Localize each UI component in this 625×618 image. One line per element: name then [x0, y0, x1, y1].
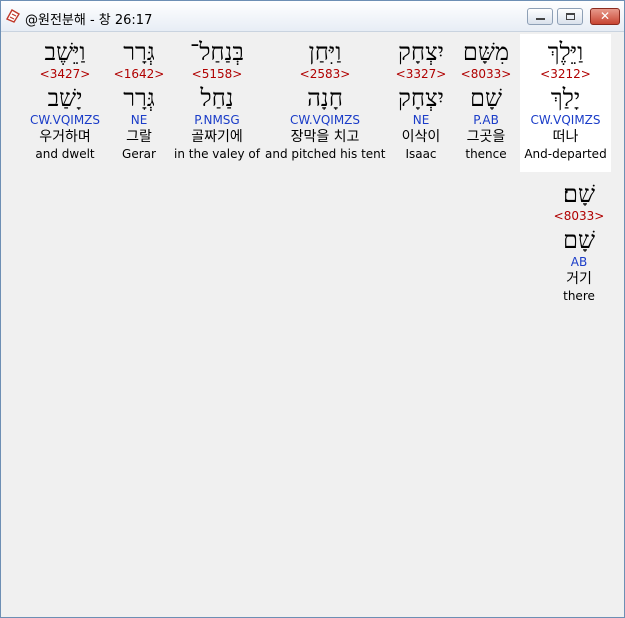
hebrew-word: מִשָּׁם — [462, 38, 510, 66]
korean-gloss: 그랄 — [126, 129, 152, 145]
english-gloss: and pitched his tent — [265, 147, 386, 161]
morphology-code: CW.VQIMZS — [29, 113, 101, 127]
korean-gloss: 거기 — [566, 271, 592, 287]
korean-gloss: 장막을 치고 — [290, 129, 360, 145]
word-column[interactable]: גְּרָר <1642> גְּרָר NE 그랄 Gerar — [111, 34, 167, 172]
korean-gloss: 이삭이 — [401, 129, 441, 145]
morphology-code: NE — [130, 113, 148, 127]
english-gloss: And-departed — [524, 147, 607, 161]
word-column[interactable]: יִצְחָק <3327> יִצְחָק NE 이삭이 Isaac — [389, 34, 453, 172]
hebrew-word: וַיֵּלֶךְ — [547, 38, 584, 66]
korean-gloss: 그곳을 — [466, 129, 506, 145]
korean-gloss: 우거하며 — [39, 129, 91, 145]
maximize-icon — [566, 13, 575, 20]
word-column[interactable]: שָׁם׃ <8033> שָׁם AB 거기 there — [551, 176, 607, 314]
morphology-code: P.AB — [473, 113, 499, 127]
strong-number: <1642> — [113, 67, 165, 81]
hebrew-word: וַיֵּשֶׁב — [44, 38, 86, 66]
english-gloss: Isaac — [405, 147, 437, 161]
morphology-code: CW.VQIMZS — [530, 113, 601, 127]
close-button[interactable]: ✕ — [590, 8, 620, 25]
strong-number: <3427> — [39, 67, 91, 81]
window-title: @원전분해 - 창 26:17 — [25, 13, 153, 28]
word-column[interactable]: מִשָּׁם <8033> שָׁם P.AB 그곳을 thence — [455, 34, 517, 172]
minimize-icon — [536, 18, 545, 20]
morphology-code: AB — [570, 255, 588, 269]
hebrew-word: בְּנַחַל־ — [190, 38, 244, 66]
lemma: חָנָה — [307, 84, 343, 112]
word-column[interactable]: וַיֵּלֶךְ <3212> יָלַךְ CW.VQIMZS 떠나 And… — [520, 34, 611, 172]
hebrew-word: וַיִּחַן — [308, 38, 342, 66]
close-icon: ✕ — [599, 9, 611, 23]
lemma: שָׁם — [470, 84, 502, 112]
strong-number: <8033> — [553, 209, 605, 223]
hebrew-word: שָׁם׃ — [563, 180, 595, 208]
hebrew-word: גְּרָר — [123, 38, 155, 66]
maximize-button[interactable] — [557, 8, 583, 25]
english-gloss: there — [563, 289, 595, 303]
strong-number: <8033> — [460, 67, 512, 81]
strong-number: <5158> — [191, 67, 243, 81]
morphology-code: NE — [412, 113, 430, 127]
word-column[interactable]: בְּנַחַל־ <5158> נַחַל P.NMSG 골짜기에 in th… — [173, 34, 261, 172]
word-column[interactable]: וַיֵּשֶׁב <3427> יָשַׁב CW.VQIMZS 우거하며 a… — [25, 34, 105, 172]
word-column[interactable]: וַיִּחַן <2583> חָנָה CW.VQIMZS 장막을 치고 a… — [265, 34, 385, 172]
hebrew-word: יִצְחָק — [398, 38, 444, 66]
lemma: גְּרָר — [123, 84, 155, 112]
lemma: יָשַׁב — [47, 84, 83, 112]
english-gloss: thence — [465, 147, 507, 161]
lemma: שָׁם — [563, 226, 595, 254]
minimize-button[interactable] — [527, 8, 553, 25]
english-gloss: in the valey of — [174, 147, 260, 161]
strong-number: <3212> — [540, 67, 591, 81]
morphology-code: CW.VQIMZS — [289, 113, 361, 127]
app-logo-icon — [6, 9, 20, 23]
strong-number: <2583> — [299, 67, 351, 81]
title-bar[interactable]: @원전분해 - 창 26:17 ✕ — [1, 1, 624, 32]
lemma: יִצְחָק — [398, 84, 444, 112]
interlinear-view: וַיֵּלֶךְ <3212> יָלַךְ CW.VQIMZS 떠나 And… — [3, 32, 622, 617]
app-window: @원전분해 - 창 26:17 ✕ וַיֵּלֶךְ <3212> יָלַך… — [0, 0, 625, 618]
lemma: יָלַךְ — [550, 84, 581, 112]
korean-gloss: 떠나 — [552, 129, 579, 145]
strong-number: <3327> — [395, 67, 447, 81]
english-gloss: and dwelt — [35, 147, 95, 161]
korean-gloss: 골짜기에 — [191, 129, 243, 145]
morphology-code: P.NMSG — [194, 113, 240, 127]
lemma: נַחַל — [200, 84, 234, 112]
english-gloss: Gerar — [122, 147, 156, 161]
